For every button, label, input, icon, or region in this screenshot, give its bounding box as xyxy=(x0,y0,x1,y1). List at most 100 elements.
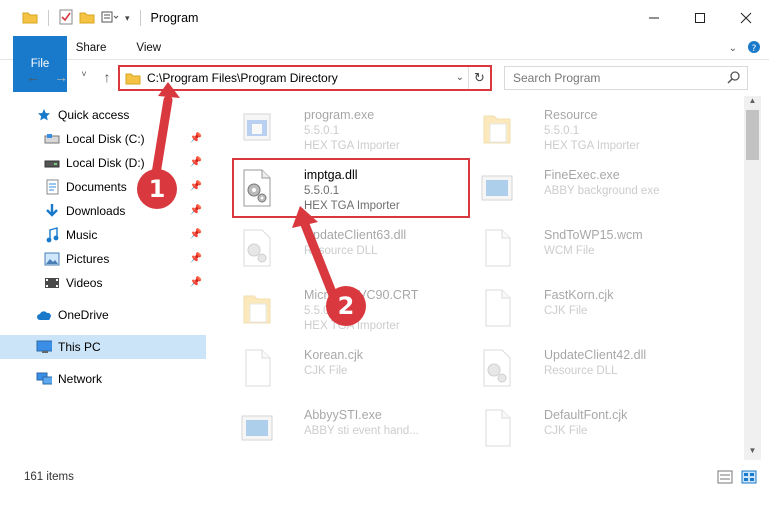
file-item-korean-cjk[interactable]: Korean.cjk CJK File xyxy=(234,340,474,396)
file-description: ABBY sti event hand... xyxy=(304,425,419,437)
pin-icon[interactable]: 📌 xyxy=(190,133,202,144)
view-options-icon[interactable] xyxy=(101,10,119,27)
quick-access-toolbar: ▾ xyxy=(0,9,145,28)
details-view-icon[interactable] xyxy=(717,470,733,487)
search-icon[interactable] xyxy=(727,70,741,87)
exe-blue-icon xyxy=(240,408,274,448)
this-pc-icon xyxy=(36,339,52,355)
address-bar[interactable]: C:\Program Files\Program Directory ⌄ ↻ xyxy=(118,65,492,91)
file-name: AbbyySTI.exe xyxy=(304,408,382,422)
file-name: program.exe xyxy=(304,108,375,122)
file-version: 5.5.0.1 xyxy=(544,125,580,137)
file-description: HEX TGA Importer xyxy=(544,140,640,152)
file-description: Resource DLL xyxy=(304,245,378,257)
tiles-view-icon[interactable] xyxy=(741,470,757,487)
file-version: 5.5.0.1 xyxy=(304,185,340,197)
refresh-icon[interactable]: ↻ xyxy=(468,67,490,89)
address-path[interactable]: C:\Program Files\Program Directory xyxy=(147,71,338,85)
pin-icon[interactable]: 📌 xyxy=(190,229,202,240)
pin-icon[interactable]: 📌 xyxy=(190,205,202,216)
sidebar-item-label: This PC xyxy=(58,340,101,354)
pin-icon[interactable]: 📌 xyxy=(190,157,202,168)
pictures-icon xyxy=(44,251,60,267)
downloads-icon xyxy=(44,203,60,219)
tab-view[interactable]: View xyxy=(121,36,176,59)
dll-gear-icon xyxy=(240,228,274,268)
dll-gear-icon xyxy=(240,168,274,208)
file-item-defaultfont-cjk[interactable]: DefaultFont.cjk CJK File xyxy=(474,400,714,456)
sidebar-item-label: Network xyxy=(58,372,103,386)
blank-file-icon xyxy=(480,408,514,448)
file-name: imptga.dll xyxy=(304,168,358,182)
sidebar-item-videos[interactable]: Videos 📌 xyxy=(0,271,206,295)
ribbon-right-controls: ⌄ ? xyxy=(729,40,761,57)
sidebar-item-quick-access[interactable]: Quick access xyxy=(0,103,206,127)
drive-icon xyxy=(44,131,60,147)
sidebar-item-label: Local Disk (C:) xyxy=(66,132,145,146)
title-divider xyxy=(139,10,141,26)
window-title: Program xyxy=(150,11,199,25)
search-placeholder: Search Program xyxy=(513,71,601,85)
blank-file-icon xyxy=(480,288,514,328)
file-item-updateclient42-dll[interactable]: UpdateClient42.dll Resource DLL xyxy=(474,340,714,396)
step-badge-2: 2 xyxy=(326,286,366,326)
address-dropdown-icon[interactable]: ⌄ xyxy=(456,72,464,83)
file-name: Korean.cjk xyxy=(304,348,364,362)
tab-share[interactable]: Share xyxy=(61,36,122,59)
blank-file-icon xyxy=(240,348,274,388)
sidebar-item-local-disk-d[interactable]: Local Disk (D:) 📌 xyxy=(0,151,206,175)
sidebar-item-onedrive[interactable]: OneDrive xyxy=(0,303,206,327)
file-description: HEX TGA Importer xyxy=(304,140,400,152)
file-item-program-exe[interactable]: program.exe 5.5.0.1 HEX TGA Importer xyxy=(234,100,474,156)
file-item-resource[interactable]: Resource 5.5.0.1 HEX TGA Importer xyxy=(474,100,714,156)
forward-icon[interactable]: → xyxy=(50,69,72,85)
folder-doc-icon xyxy=(480,108,514,148)
folder-doc-icon xyxy=(240,288,274,328)
file-item-fastkorn-cjk[interactable]: FastKorn.cjk CJK File xyxy=(474,280,714,336)
pin-icon[interactable]: 📌 xyxy=(190,277,202,288)
properties-icon[interactable] xyxy=(59,9,73,28)
sidebar-item-network[interactable]: Network xyxy=(0,367,206,391)
sidebar-item-downloads[interactable]: Downloads 📌 xyxy=(0,199,206,223)
file-item-imptga-dll[interactable]: imptga.dll 5.5.0.1 HEX TGA Importer xyxy=(232,158,470,218)
file-item-abbyysti-exe[interactable]: AbbyySTI.exe ABBY sti event hand... xyxy=(234,400,474,456)
sidebar-item-pictures[interactable]: Pictures 📌 xyxy=(0,247,206,271)
maximize-icon[interactable] xyxy=(677,0,723,36)
help-icon[interactable]: ? xyxy=(747,40,761,57)
close-icon[interactable] xyxy=(723,0,769,36)
blank-file-icon xyxy=(480,228,514,268)
pin-icon[interactable]: 📌 xyxy=(190,181,202,192)
exe-blue-icon xyxy=(480,168,514,208)
minimize-icon[interactable] xyxy=(631,0,677,36)
scroll-up-icon[interactable]: ▲ xyxy=(744,96,761,110)
file-item-sndtowp15-wcm[interactable]: SndToWP15.wcm WCM File xyxy=(474,220,714,276)
file-name: Resource xyxy=(544,108,598,122)
vertical-scrollbar[interactable]: ▲ ▼ xyxy=(744,96,761,460)
sidebar-item-label: Videos xyxy=(66,276,103,290)
up-icon[interactable]: ↑ xyxy=(96,69,118,85)
expand-ribbon-icon[interactable]: ⌄ xyxy=(729,43,737,54)
toolbar-divider xyxy=(48,10,49,26)
file-item-fineexec-exe[interactable]: FineExec.exe ABBY background exe xyxy=(474,160,714,216)
file-description: Resource DLL xyxy=(544,365,618,377)
videos-icon xyxy=(44,275,60,291)
folder-icon xyxy=(22,10,38,27)
new-folder-icon[interactable] xyxy=(79,10,95,27)
music-icon xyxy=(44,227,60,243)
file-name: FineExec.exe xyxy=(544,168,620,182)
customize-toolbar-icon[interactable]: ▾ xyxy=(125,13,130,24)
sidebar-item-music[interactable]: Music 📌 xyxy=(0,223,206,247)
file-item-updateclient63-dll[interactable]: UpdateClient63.dll Resource DLL xyxy=(234,220,474,276)
scrollbar-thumb[interactable] xyxy=(746,110,759,160)
pin-icon[interactable]: 📌 xyxy=(190,253,202,264)
recent-locations-icon[interactable]: ˅ xyxy=(78,69,90,85)
sidebar-item-local-disk-c[interactable]: Local Disk (C:) 📌 xyxy=(0,127,206,151)
file-version: 5.5.0.1 xyxy=(304,125,340,137)
sidebar-item-this-pc[interactable]: This PC xyxy=(0,335,206,359)
file-description: CJK File xyxy=(544,305,588,317)
scroll-down-icon[interactable]: ▼ xyxy=(744,446,761,460)
file-name: SndToWP15.wcm xyxy=(544,228,643,242)
documents-icon xyxy=(44,179,60,195)
back-icon[interactable]: ← xyxy=(22,69,44,85)
search-input[interactable]: Search Program xyxy=(504,66,748,90)
